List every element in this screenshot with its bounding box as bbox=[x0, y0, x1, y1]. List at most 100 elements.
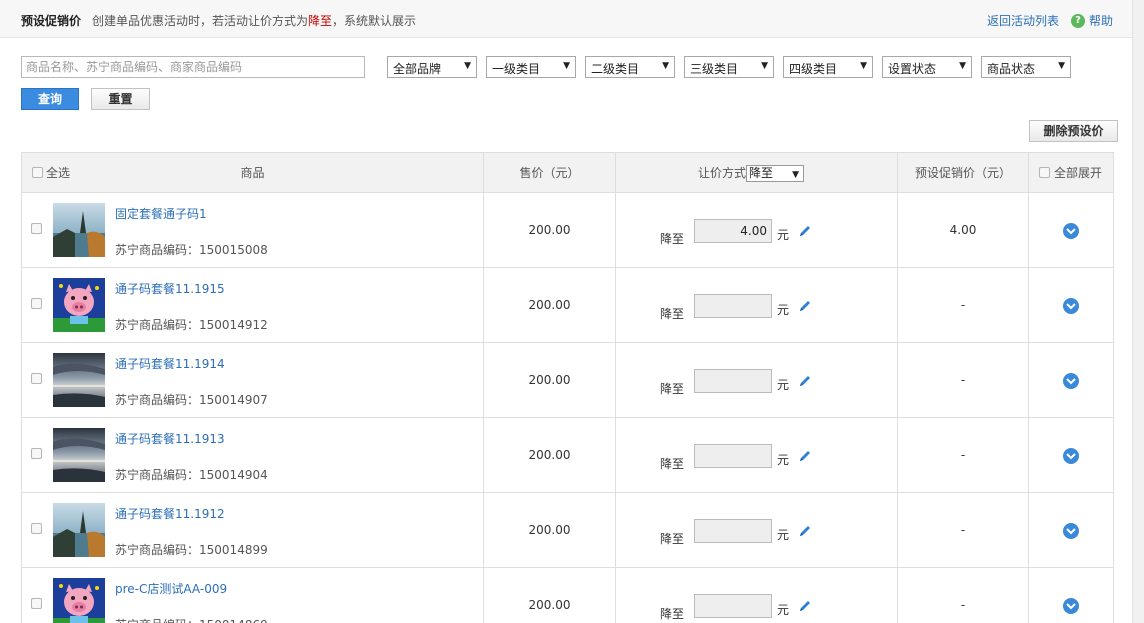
product-code-value: 150014912 bbox=[199, 318, 268, 332]
product-name-link[interactable]: 通子码套餐11.1913 bbox=[115, 430, 225, 447]
product-code-label: 苏宁商品编码： bbox=[115, 543, 200, 557]
preset-value-input[interactable] bbox=[694, 369, 772, 393]
sale-price: 200.00 bbox=[528, 448, 571, 462]
expand-all-checkbox[interactable] bbox=[1039, 167, 1050, 178]
back-to-activity-list-link[interactable]: 返回活动列表 bbox=[987, 12, 1059, 29]
delete-preset-price-button[interactable]: 删除预设价 bbox=[1029, 120, 1118, 142]
help-link[interactable]: ? 帮助 bbox=[1071, 12, 1113, 29]
product-code: 苏宁商品编码：150014912 bbox=[115, 316, 268, 333]
page-title: 预设促销价 bbox=[21, 14, 82, 28]
preset-promo-price: - bbox=[960, 373, 966, 387]
search-input[interactable] bbox=[21, 56, 365, 78]
unit-label: 元 bbox=[777, 603, 790, 617]
product-thumbnail-lake[interactable] bbox=[53, 503, 105, 557]
product-code: 苏宁商品编码：150014907 bbox=[115, 391, 268, 408]
row-checkbox[interactable] bbox=[31, 223, 42, 234]
product-thumbnail-sea[interactable] bbox=[53, 353, 105, 407]
column-mode-label: 让价方式 bbox=[698, 166, 747, 180]
column-mode: 让价方式 降至 ▼ bbox=[698, 153, 828, 193]
product-name-link[interactable]: pre-C店测试AA-009 bbox=[115, 580, 227, 597]
product-code-value: 150014907 bbox=[199, 393, 268, 407]
product-name-link[interactable]: 通子码套餐11.1914 bbox=[115, 355, 225, 372]
expand-row-icon[interactable] bbox=[1063, 373, 1079, 389]
mode-select[interactable]: 降至 ▼ bbox=[746, 165, 805, 182]
preset-value-input[interactable] bbox=[694, 294, 772, 318]
expand-row-icon[interactable] bbox=[1063, 298, 1079, 314]
expand-row-icon[interactable] bbox=[1063, 223, 1079, 239]
filter-select-value: 一级类目 bbox=[492, 62, 541, 76]
price-mode-label: 降至 bbox=[660, 532, 685, 546]
preset-promo-price: 4.00 bbox=[949, 223, 977, 237]
product-code-value: 150014899 bbox=[199, 543, 268, 557]
help-icon: ? bbox=[1071, 13, 1085, 28]
product-code-value: 150015008 bbox=[199, 243, 268, 257]
preset-value-input[interactable] bbox=[694, 594, 772, 618]
price-mode-label: 降至 bbox=[660, 382, 685, 396]
price-mode-label: 降至 bbox=[660, 232, 685, 246]
pencil-icon[interactable] bbox=[798, 374, 812, 388]
preset-promo-price: - bbox=[960, 598, 966, 612]
filter-select-value: 四级类目 bbox=[789, 62, 838, 76]
product-code-label: 苏宁商品编码： bbox=[115, 243, 200, 257]
pencil-icon[interactable] bbox=[798, 599, 812, 613]
preset-value-input[interactable] bbox=[694, 219, 772, 243]
product-thumbnail-lake[interactable] bbox=[53, 203, 105, 257]
sale-price: 200.00 bbox=[528, 523, 571, 537]
row-checkbox[interactable] bbox=[31, 523, 42, 534]
pencil-icon[interactable] bbox=[798, 449, 812, 463]
product-name-link[interactable]: 通子码套餐11.1915 bbox=[115, 280, 225, 297]
page-scrollbar[interactable] bbox=[1132, 0, 1144, 623]
reset-button[interactable]: 重置 bbox=[91, 88, 150, 110]
column-price: 售价（元） bbox=[519, 166, 580, 180]
sale-price: 200.00 bbox=[528, 373, 571, 387]
pencil-icon[interactable] bbox=[798, 524, 812, 538]
desc-highlight: 降至 bbox=[308, 14, 333, 28]
page-description: 创建单品优惠活动时，若活动让价方式为降至，系统默认展示 bbox=[92, 12, 416, 29]
filter-select-6[interactable]: 设置状态 ▼ bbox=[882, 56, 972, 78]
expand-all-label: 全部展开 bbox=[1054, 166, 1103, 180]
product-name-link[interactable]: 固定套餐通子码1 bbox=[115, 205, 207, 222]
filter-select-1[interactable]: 全部品牌 ▼ bbox=[387, 56, 477, 78]
sale-price: 200.00 bbox=[528, 223, 571, 237]
filter-select-4[interactable]: 三级类目 ▼ bbox=[684, 56, 774, 78]
product-thumbnail-sea[interactable] bbox=[53, 428, 105, 482]
pencil-icon[interactable] bbox=[798, 224, 812, 238]
expand-row-icon[interactable] bbox=[1063, 523, 1079, 539]
row-checkbox[interactable] bbox=[31, 373, 42, 384]
row-checkbox[interactable] bbox=[31, 448, 42, 459]
filter-select-7[interactable]: 商品状态 ▼ bbox=[981, 56, 1071, 78]
product-code-label: 苏宁商品编码： bbox=[115, 468, 200, 482]
product-thumbnail-pig[interactable] bbox=[53, 578, 105, 623]
pencil-icon[interactable] bbox=[798, 299, 812, 313]
product-name-link[interactable]: 通子码套餐11.1912 bbox=[115, 505, 225, 522]
query-button[interactable]: 查询 bbox=[21, 88, 79, 110]
desc-suffix: ，系统默认展示 bbox=[332, 14, 417, 28]
chevron-down-icon: ▼ bbox=[860, 61, 867, 71]
expand-row-icon[interactable] bbox=[1063, 598, 1079, 614]
product-code-label: 苏宁商品编码： bbox=[115, 393, 200, 407]
preset-promo-price: - bbox=[960, 523, 966, 537]
row-checkbox[interactable] bbox=[31, 598, 42, 609]
preset-value-input[interactable] bbox=[694, 519, 772, 543]
price-mode-label: 降至 bbox=[660, 307, 685, 321]
table-row: 通子码套餐11.1913 苏宁商品编码：150014904 200.00 降至 … bbox=[21, 418, 1114, 493]
sale-price: 200.00 bbox=[528, 598, 571, 612]
filter-select-value: 商品状态 bbox=[987, 62, 1036, 76]
unit-label: 元 bbox=[777, 378, 790, 392]
price-mode-label: 降至 bbox=[660, 457, 685, 471]
product-code: 苏宁商品编码：150014869 bbox=[115, 616, 268, 623]
unit-label: 元 bbox=[777, 228, 790, 242]
product-table: 全选 商品 售价（元） 让价方式 降至 ▼ 预设促销价（元） 全部展开 固定套餐通子… bbox=[21, 152, 1114, 623]
product-code-value: 150014869 bbox=[199, 618, 268, 623]
filter-select-value: 全部品牌 bbox=[393, 62, 442, 76]
chevron-down-icon: ▼ bbox=[792, 170, 800, 180]
filter-select-2[interactable]: 一级类目 ▼ bbox=[486, 56, 576, 78]
filter-select-3[interactable]: 二级类目 ▼ bbox=[585, 56, 675, 78]
row-checkbox[interactable] bbox=[31, 298, 42, 309]
product-thumbnail-pig[interactable] bbox=[53, 278, 105, 332]
column-preset-price: 预设促销价（元） bbox=[914, 166, 1011, 180]
product-code: 苏宁商品编码：150014904 bbox=[115, 466, 268, 483]
preset-value-input[interactable] bbox=[694, 444, 772, 468]
expand-row-icon[interactable] bbox=[1063, 448, 1079, 464]
filter-select-5[interactable]: 四级类目 ▼ bbox=[783, 56, 873, 78]
